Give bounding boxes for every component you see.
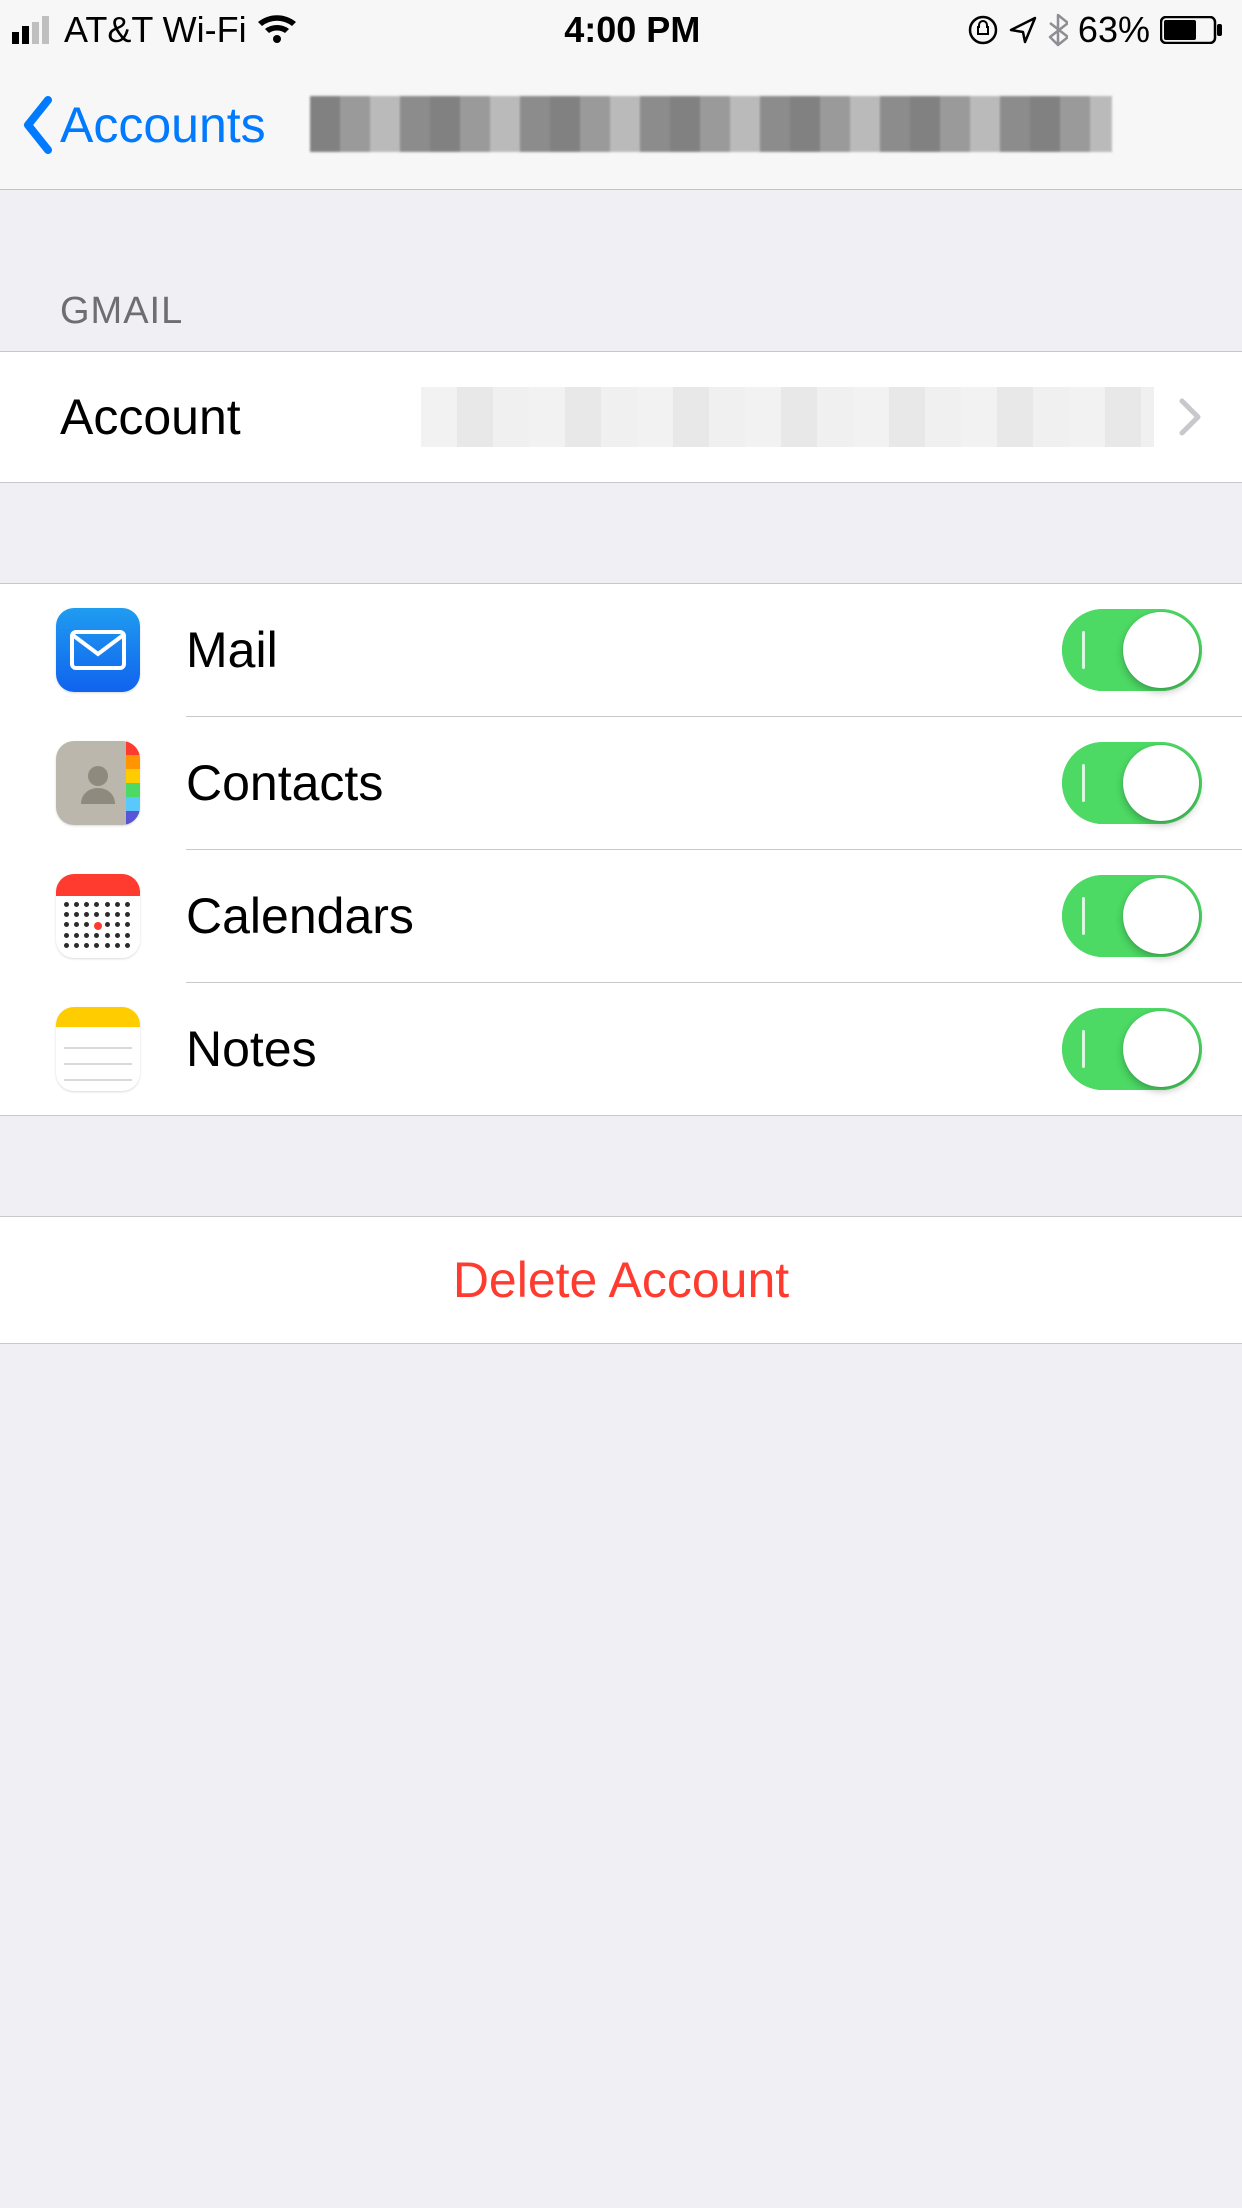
contacts-toggle[interactable] <box>1062 742 1202 824</box>
chevron-right-icon <box>1178 397 1202 437</box>
contacts-label: Contacts <box>186 754 1062 812</box>
account-row[interactable]: Account <box>0 351 1242 483</box>
delete-group: Delete Account <box>0 1216 1242 1344</box>
contacts-row: Contacts <box>0 717 1242 849</box>
mail-row: Mail <box>0 584 1242 716</box>
account-email-redacted <box>421 387 1154 447</box>
notes-toggle[interactable] <box>1062 1008 1202 1090</box>
spacer <box>0 483 1242 583</box>
account-row-label: Account <box>60 388 241 446</box>
section-header-gmail: GMAIL <box>0 190 1242 351</box>
notes-label: Notes <box>186 1020 1062 1078</box>
signal-icon <box>12 16 54 44</box>
battery-icon <box>1160 16 1224 44</box>
location-icon <box>1008 15 1038 45</box>
nav-title-redacted <box>310 96 1112 152</box>
calendars-toggle[interactable] <box>1062 875 1202 957</box>
mail-icon <box>56 608 140 692</box>
battery-percent: 63% <box>1078 9 1150 51</box>
calendars-label: Calendars <box>186 887 1062 945</box>
status-left: AT&T Wi-Fi <box>12 9 297 51</box>
status-time: 4:00 PM <box>564 9 700 51</box>
nav-bar: Accounts <box>0 60 1242 190</box>
contacts-icon <box>56 741 140 825</box>
back-label: Accounts <box>60 96 266 154</box>
notes-icon <box>56 1007 140 1091</box>
notes-row: Notes <box>0 983 1242 1115</box>
mail-toggle[interactable] <box>1062 609 1202 691</box>
status-carrier: AT&T Wi-Fi <box>64 9 247 51</box>
services-group: Mail Contacts <box>0 583 1242 1116</box>
calendars-row: Calendars <box>0 850 1242 982</box>
chevron-left-icon <box>20 96 54 154</box>
status-bar: AT&T Wi-Fi 4:00 PM 63% <box>0 0 1242 60</box>
mail-label: Mail <box>186 621 1062 679</box>
bluetooth-icon <box>1048 13 1068 47</box>
delete-account-button[interactable]: Delete Account <box>0 1217 1242 1343</box>
calendar-icon <box>56 874 140 958</box>
wifi-icon <box>257 15 297 45</box>
status-right: 63% <box>968 9 1224 51</box>
orientation-lock-icon <box>968 15 998 45</box>
back-button[interactable]: Accounts <box>20 96 266 154</box>
delete-account-label: Delete Account <box>453 1251 789 1309</box>
